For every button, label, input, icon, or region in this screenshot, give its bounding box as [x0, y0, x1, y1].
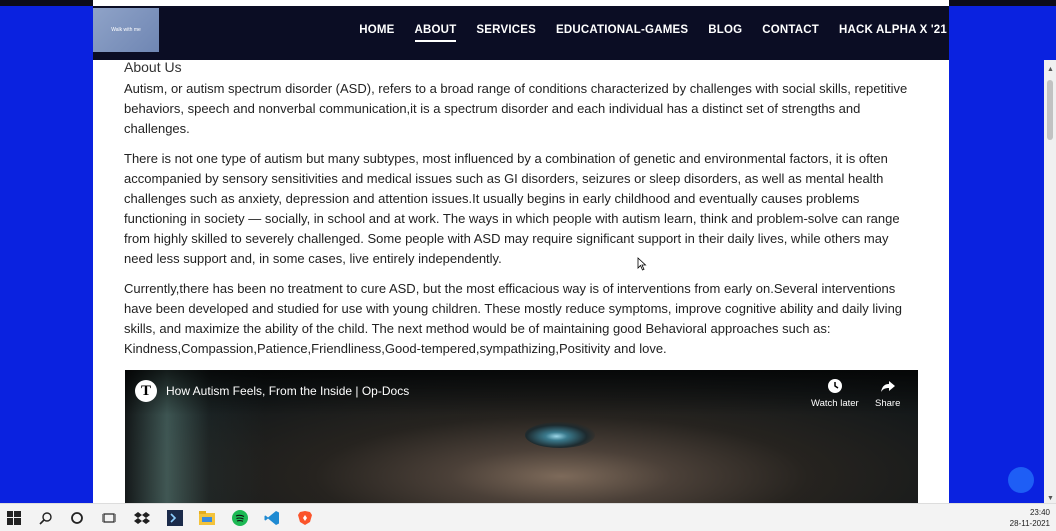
page-title: About Us	[124, 59, 182, 75]
paragraph-treatment: Currently,there has been no treatment to…	[124, 281, 903, 356]
scroll-thumb[interactable]	[1047, 80, 1053, 140]
navbar: Walk with me HOME ABOUT SERVICES EDUCATI…	[93, 6, 949, 60]
paragraph-subtypes: There is not one type of autism but many…	[124, 151, 900, 266]
page-scrollbar[interactable]: ▲ ▼	[1044, 60, 1056, 504]
system-clock[interactable]: 23:40 28-11-2021	[1010, 507, 1050, 529]
cortana-icon[interactable]	[68, 509, 86, 527]
share-button[interactable]: Share	[875, 378, 900, 409]
terminal-app-icon[interactable]	[166, 509, 184, 527]
clock-time: 23:40	[1029, 508, 1050, 517]
site-logo[interactable]: Walk with me	[93, 8, 159, 52]
floating-chat-button[interactable]	[1008, 467, 1034, 493]
windows-start-icon[interactable]	[5, 509, 23, 527]
logo-text: Walk with me	[111, 27, 141, 33]
nav-services[interactable]: SERVICES	[476, 24, 536, 36]
video-title[interactable]: How Autism Feels, From the Inside | Op-D…	[166, 384, 409, 398]
share-label: Share	[875, 398, 901, 409]
watch-later-button[interactable]: Watch later	[811, 378, 859, 409]
share-icon	[880, 381, 895, 392]
search-icon[interactable]	[37, 509, 55, 527]
brave-browser-icon[interactable]	[296, 509, 314, 527]
scroll-up-icon[interactable]: ▲	[1047, 66, 1054, 73]
about-section: About Us Autism, or autism spectrum diso…	[124, 59, 920, 369]
scroll-down-icon[interactable]: ▼	[1047, 495, 1054, 502]
channel-logo-icon[interactable]: T	[135, 380, 157, 402]
vscode-icon[interactable]	[263, 509, 281, 527]
video-player[interactable]: T How Autism Feels, From the Inside | Op…	[125, 370, 918, 503]
nav-educational-games[interactable]: EDUCATIONAL-GAMES	[556, 24, 688, 36]
taskbar: 23:40 28-11-2021	[0, 503, 1056, 531]
dropbox-icon[interactable]	[133, 509, 151, 527]
paragraph-intro: Autism, or autism spectrum disorder (ASD…	[124, 81, 908, 136]
spotify-icon[interactable]	[231, 509, 249, 527]
nav-about[interactable]: ABOUT	[414, 24, 457, 42]
nav-menu: HOME ABOUT SERVICES EDUCATIONAL-GAMES BL…	[359, 6, 947, 54]
nav-hack-alpha[interactable]: HACK ALPHA X '21	[839, 24, 947, 36]
nav-contact[interactable]: CONTACT	[762, 24, 819, 36]
video-frame-eye	[525, 422, 595, 448]
file-explorer-icon[interactable]	[198, 509, 216, 527]
mouse-cursor-icon	[637, 257, 647, 271]
nav-home[interactable]: HOME	[359, 24, 394, 36]
clock-icon	[827, 379, 842, 393]
task-view-icon[interactable]	[100, 509, 118, 527]
clock-date: 28-11-2021	[1009, 519, 1050, 528]
watch-later-label: Watch later	[811, 398, 859, 409]
nav-blog[interactable]: BLOG	[708, 24, 742, 36]
